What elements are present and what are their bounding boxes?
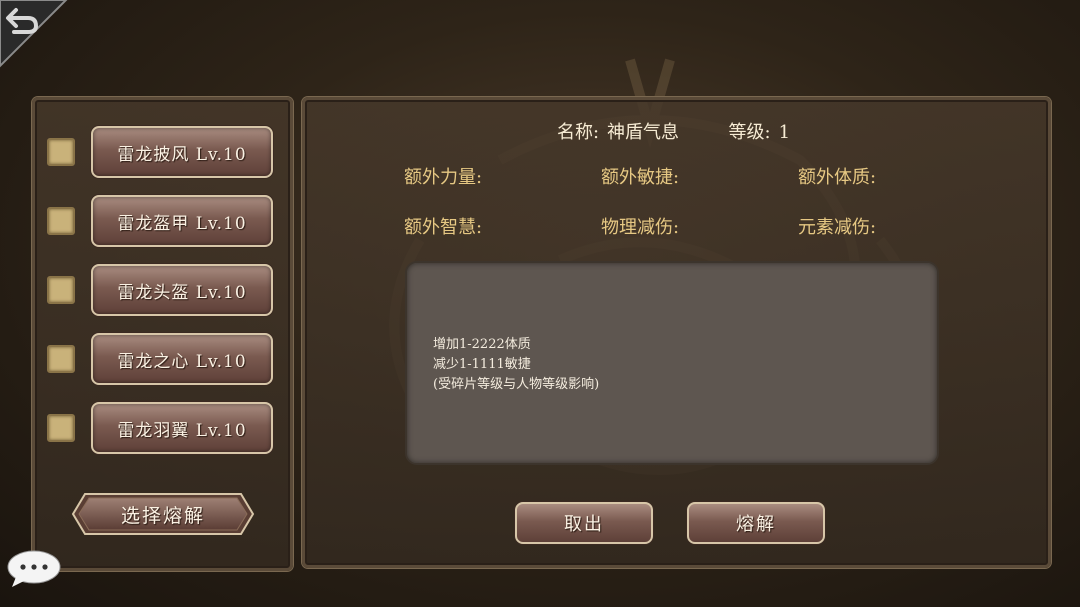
name-label: 名称: xyxy=(556,122,600,143)
item-checkbox[interactable] xyxy=(47,138,75,166)
back-button[interactable] xyxy=(0,0,70,70)
take-out-button[interactable]: 取出 xyxy=(515,502,653,544)
stat-physical-reduction: 物理减伤: xyxy=(601,217,680,238)
item-title-row: 名称: 神盾气息 等级: 1 xyxy=(302,118,1045,144)
stat-extra-constitution: 额外体质: xyxy=(798,167,877,188)
stat-extra-strength: 额外力量: xyxy=(404,167,483,188)
description-line: (受碎片等级与人物等级影响) xyxy=(433,377,600,392)
select-melt-button[interactable]: 选择熔解 xyxy=(71,492,255,536)
stat-element-reduction: 元素减伤: xyxy=(798,217,877,238)
description-line: 减少1-1111敏捷 xyxy=(433,357,531,372)
chat-bubble-icon xyxy=(7,550,61,587)
list-item: 雷龙披风 Lv.10 xyxy=(45,126,275,178)
level-label: 等级: xyxy=(728,122,771,143)
chat-button[interactable] xyxy=(6,549,62,589)
list-item: 雷龙头盔 Lv.10 xyxy=(45,264,275,316)
list-item: 雷龙之心 Lv.10 xyxy=(45,333,275,385)
item-checkbox[interactable] xyxy=(47,414,75,442)
level-value: 1 xyxy=(778,122,791,143)
item-checkbox[interactable] xyxy=(47,345,75,373)
stat-extra-agility: 额外敏捷: xyxy=(601,167,680,188)
item-list-panel: 雷龙披风 Lv.10 雷龙盔甲 Lv.10 雷龙头盔 Lv.10 雷龙之心 Lv… xyxy=(32,97,293,571)
item-checkbox[interactable] xyxy=(47,276,75,304)
item-button[interactable]: 雷龙盔甲 Lv.10 xyxy=(91,195,273,247)
list-item: 雷龙盔甲 Lv.10 xyxy=(45,195,275,247)
description-line: 增加1-2222体质 xyxy=(433,337,531,352)
select-melt-label: 选择熔解 xyxy=(120,504,205,527)
item-button[interactable]: 雷龙头盔 Lv.10 xyxy=(91,264,273,316)
stat-extra-wisdom: 额外智慧: xyxy=(404,217,483,238)
item-button[interactable]: 雷龙披风 Lv.10 xyxy=(91,126,273,178)
item-checkbox[interactable] xyxy=(47,207,75,235)
list-item: 雷龙羽翼 Lv.10 xyxy=(45,402,275,454)
melt-button[interactable]: 熔解 xyxy=(687,502,825,544)
item-button[interactable]: 雷龙羽翼 Lv.10 xyxy=(91,402,273,454)
item-name: 神盾气息 xyxy=(607,122,680,143)
item-button[interactable]: 雷龙之心 Lv.10 xyxy=(91,333,273,385)
